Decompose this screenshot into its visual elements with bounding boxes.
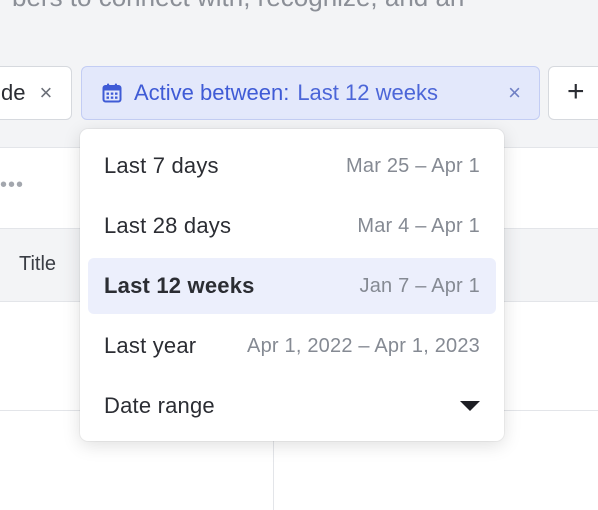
column-header-title[interactable]: Title — [19, 253, 56, 276]
filter-chip-active-between[interactable]: Active between: Last 12 weeks × — [81, 66, 540, 120]
filter-chip-previous[interactable]: de × — [0, 66, 72, 120]
option-last-28-days[interactable]: Last 28 days Mar 4 – Apr 1 — [88, 198, 496, 254]
close-icon[interactable]: × — [508, 82, 521, 104]
option-last-7-days[interactable]: Last 7 days Mar 25 – Apr 1 — [88, 138, 496, 194]
option-date-range: Apr 1, 2022 – Apr 1, 2023 — [247, 334, 480, 357]
filter-chip-key: Active between: — [134, 80, 290, 105]
date-filter-dropdown: Last 7 days Mar 25 – Apr 1 Last 28 days … — [80, 129, 504, 441]
close-icon[interactable]: × — [39, 82, 52, 104]
filter-chip-label: de — [1, 80, 26, 105]
option-date-range: Jan 7 – Apr 1 — [359, 274, 480, 297]
calendar-icon — [102, 83, 122, 103]
option-label: Last year — [104, 333, 197, 358]
filter-chip-value: Last 12 weeks — [297, 80, 438, 105]
option-date-range: Mar 25 – Apr 1 — [346, 154, 480, 177]
add-filter-button[interactable]: + — [548, 66, 598, 120]
option-label: Last 28 days — [104, 213, 232, 238]
option-label: Date range — [104, 393, 215, 418]
more-options-icon[interactable]: ••• — [0, 174, 24, 197]
option-date-range[interactable]: Date range — [88, 378, 496, 434]
option-date-range: Mar 4 – Apr 1 — [357, 214, 480, 237]
caret-down-icon[interactable] — [460, 401, 480, 411]
option-last-12-weeks[interactable]: Last 12 weeks Jan 7 – Apr 1 — [88, 258, 496, 314]
option-last-year[interactable]: Last year Apr 1, 2022 – Apr 1, 2023 — [88, 318, 496, 374]
option-label: Last 7 days — [104, 153, 219, 178]
option-label: Last 12 weeks — [104, 273, 255, 298]
intro-banner: bers to connect with, recognize, and an — [0, 0, 598, 42]
intro-text: bers to connect with, recognize, and an — [12, 0, 464, 14]
